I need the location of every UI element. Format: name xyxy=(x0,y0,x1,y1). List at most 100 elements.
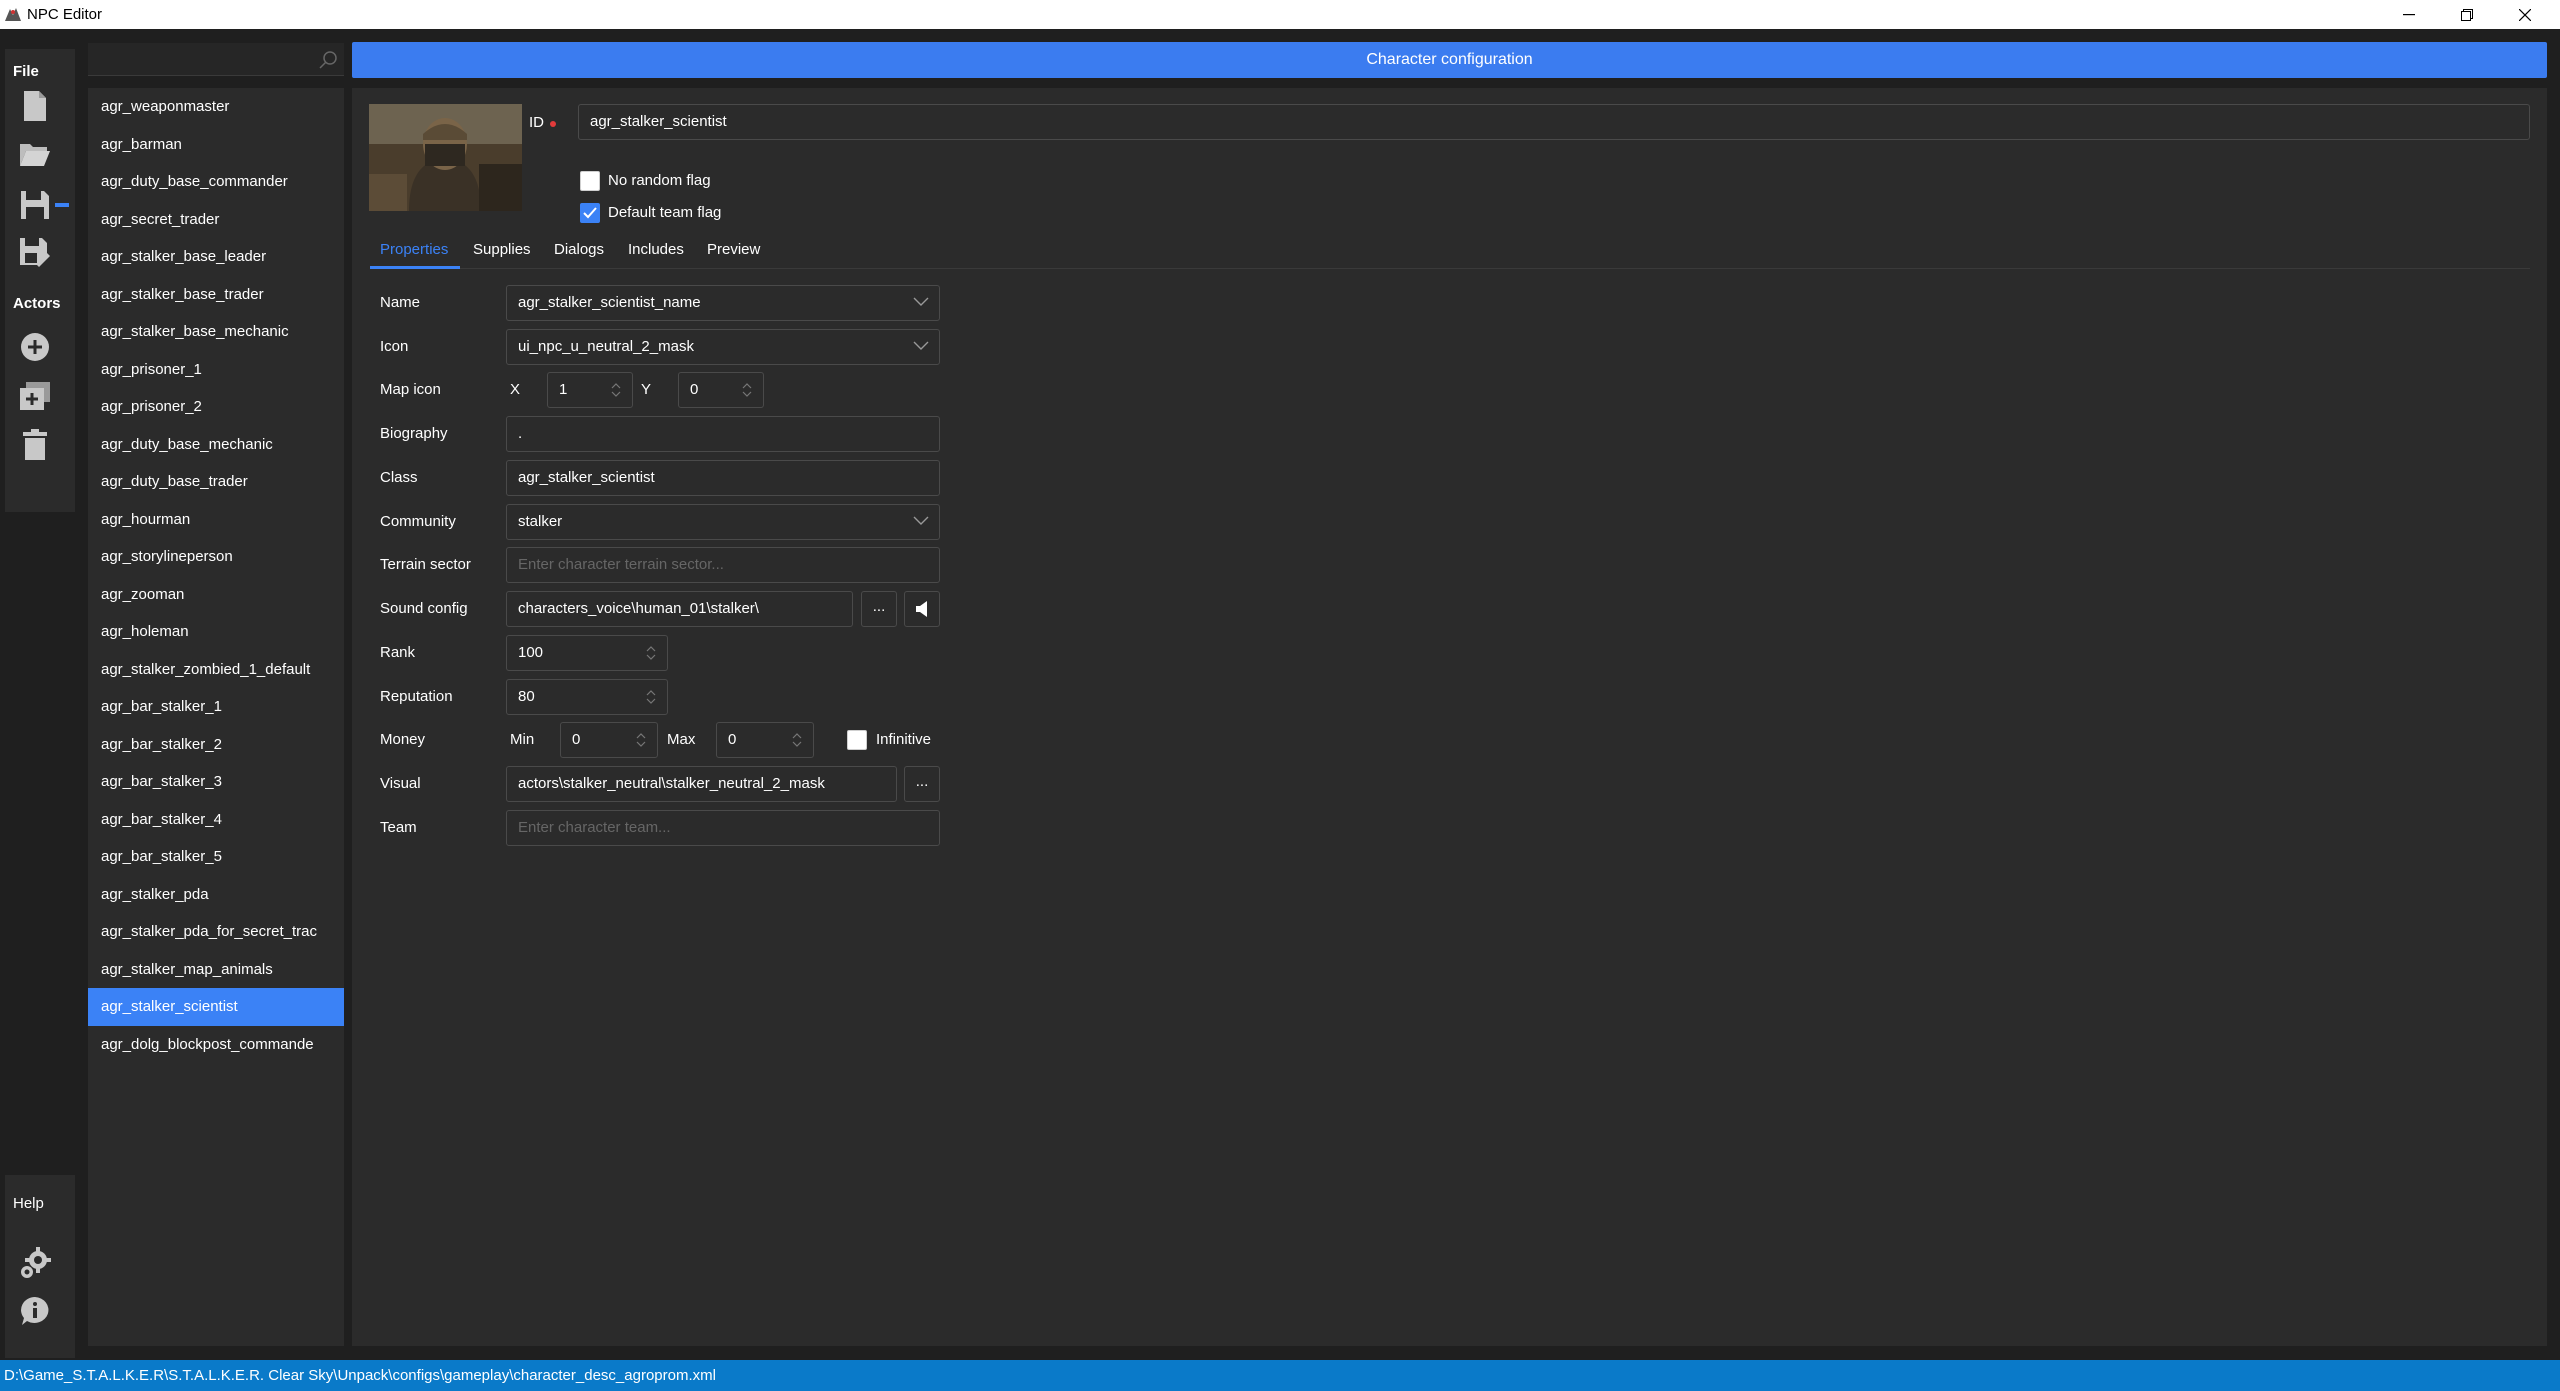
delete-actor-button[interactable] xyxy=(15,425,55,465)
biography-input[interactable]: . xyxy=(506,416,940,452)
actor-list-item[interactable]: agr_bar_stalker_3 xyxy=(88,763,344,801)
actor-list-item[interactable]: agr_holeman xyxy=(88,613,344,651)
actor-list-item[interactable]: agr_stalker_base_mechanic xyxy=(88,313,344,351)
rail-top-panel: File Actors xyxy=(5,49,75,512)
new-file-icon xyxy=(24,91,46,121)
actor-list-item[interactable]: agr_secret_trader xyxy=(88,201,344,239)
close-icon xyxy=(2519,8,2531,21)
actor-list-item[interactable]: agr_stalker_zombied_1_default xyxy=(88,651,344,689)
gear-icon xyxy=(21,1247,51,1278)
info-chat-icon xyxy=(21,1297,49,1325)
biography-label: Biography xyxy=(380,425,448,442)
tab-properties[interactable]: Properties xyxy=(380,241,448,258)
spinner-icon xyxy=(646,690,656,704)
reputation-input[interactable]: 80 xyxy=(506,679,668,715)
community-label: Community xyxy=(380,513,456,530)
close-button[interactable] xyxy=(2496,0,2554,29)
actor-list-item[interactable]: agr_bar_stalker_5 xyxy=(88,838,344,876)
unsaved-indicator xyxy=(55,203,69,207)
money-max-value: 0 xyxy=(728,731,737,748)
map-icon-x-input[interactable]: 1 xyxy=(547,372,633,408)
actor-list-item[interactable]: agr_stalker_pda_for_secret_trac xyxy=(88,913,344,951)
map-icon-x-label: X xyxy=(510,381,521,398)
spinner-icon xyxy=(792,733,802,747)
app-icon xyxy=(4,6,22,23)
chevron-down-icon xyxy=(913,341,929,350)
no-random-flag-checkbox[interactable] xyxy=(580,171,600,191)
team-input[interactable]: Enter character team... xyxy=(506,810,940,846)
actor-list-item[interactable]: agr_zooman xyxy=(88,576,344,614)
sound-config-input[interactable]: characters_voice\human_01\stalker\ xyxy=(506,591,853,627)
duplicate-actor-button[interactable] xyxy=(15,376,55,416)
actor-list-item[interactable]: agr_duty_base_commander xyxy=(88,163,344,201)
actor-list-item[interactable]: agr_prisoner_2 xyxy=(88,388,344,426)
class-input[interactable]: agr_stalker_scientist xyxy=(506,460,940,496)
actor-list-item[interactable]: agr_duty_base_trader xyxy=(88,463,344,501)
actor-list-item[interactable]: agr_stalker_pda xyxy=(88,876,344,914)
trash-icon xyxy=(23,429,47,460)
folder-open-icon xyxy=(20,144,50,166)
rail-bottom-panel: Help xyxy=(5,1175,75,1358)
open-folder-button[interactable] xyxy=(15,134,55,174)
add-actor-button[interactable] xyxy=(15,327,55,367)
restore-icon xyxy=(2461,8,2473,21)
no-random-flag-label: No random flag xyxy=(608,172,711,189)
icon-select[interactable]: ui_npc_u_neutral_2_mask xyxy=(506,329,940,365)
actor-search-input[interactable] xyxy=(88,43,308,76)
tab-divider xyxy=(370,268,2530,269)
sound-play-button[interactable] xyxy=(904,591,940,627)
sound-config-browse-button[interactable]: ... xyxy=(861,591,897,627)
title-bar: NPC Editor xyxy=(0,0,2560,29)
name-label: Name xyxy=(380,294,421,311)
checkmark-icon xyxy=(583,207,597,219)
actor-list-item[interactable]: agr_bar_stalker_1 xyxy=(88,688,344,726)
actor-list-item[interactable]: agr_barman xyxy=(88,126,344,164)
save-as-button[interactable] xyxy=(15,233,55,273)
window-title: NPC Editor xyxy=(27,6,103,23)
minimize-button[interactable] xyxy=(2380,0,2438,29)
actor-list-item[interactable]: agr_prisoner_1 xyxy=(88,351,344,389)
actor-list-item[interactable]: agr_hourman xyxy=(88,501,344,539)
map-icon-y-input[interactable]: 0 xyxy=(678,372,764,408)
id-input[interactable]: agr_stalker_scientist xyxy=(578,104,2530,140)
money-max-input[interactable]: 0 xyxy=(716,722,814,758)
money-min-label: Min xyxy=(510,731,535,748)
tab-supplies[interactable]: Supplies xyxy=(473,241,531,258)
default-team-flag-label: Default team flag xyxy=(608,204,722,221)
restore-button[interactable] xyxy=(2438,0,2496,29)
actor-list-item[interactable]: agr_weaponmaster xyxy=(88,88,344,126)
visual-browse-button[interactable]: ... xyxy=(904,766,940,802)
actor-list-item[interactable]: agr_bar_stalker_4 xyxy=(88,801,344,839)
actor-list-item[interactable]: agr_bar_stalker_2 xyxy=(88,726,344,764)
visual-input[interactable]: actors\stalker_neutral\stalker_neutral_2… xyxy=(506,766,897,802)
required-indicator xyxy=(550,121,556,127)
default-team-flag-checkbox[interactable] xyxy=(580,203,600,223)
search-icon xyxy=(319,51,337,69)
character-configuration-header: Character configuration xyxy=(352,42,2547,78)
actor-list-item[interactable]: agr_stalker_base_leader xyxy=(88,238,344,276)
actor-list-item[interactable]: agr_storylineperson xyxy=(88,538,344,576)
actor-list-item[interactable]: agr_duty_base_mechanic xyxy=(88,426,344,464)
about-button[interactable] xyxy=(15,1291,55,1331)
actor-list-item[interactable]: agr_stalker_map_animals xyxy=(88,951,344,989)
rank-input[interactable]: 100 xyxy=(506,635,668,671)
community-select[interactable]: stalker xyxy=(506,504,940,540)
tab-includes[interactable]: Includes xyxy=(628,241,684,258)
save-button[interactable] xyxy=(15,185,55,225)
map-icon-x-value: 1 xyxy=(559,381,568,398)
save-icon xyxy=(21,191,49,219)
infinitive-checkbox[interactable] xyxy=(847,730,867,750)
actor-list-item[interactable]: agr_dolg_blockpost_commande xyxy=(88,1026,344,1064)
terrain-sector-input[interactable]: Enter character terrain sector... xyxy=(506,547,940,583)
actor-list-item[interactable]: agr_stalker_base_trader xyxy=(88,276,344,314)
tab-dialogs[interactable]: Dialogs xyxy=(554,241,604,258)
name-select[interactable]: agr_stalker_scientist_name xyxy=(506,285,940,321)
new-file-button[interactable] xyxy=(15,86,55,126)
tab-preview[interactable]: Preview xyxy=(707,241,760,258)
actor-list-item[interactable]: agr_stalker_scientist xyxy=(88,988,344,1026)
community-select-value: stalker xyxy=(518,513,563,530)
money-min-input[interactable]: 0 xyxy=(560,722,658,758)
settings-button[interactable] xyxy=(15,1243,55,1283)
copy-plus-icon xyxy=(20,382,50,410)
id-label: ID xyxy=(529,114,544,131)
